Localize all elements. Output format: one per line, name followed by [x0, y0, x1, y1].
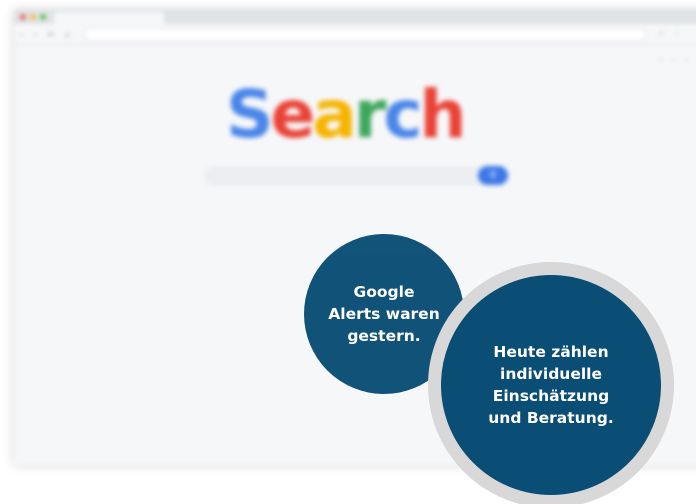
- bubble-1-line: Alerts waren: [328, 305, 440, 323]
- bubble-heute-beratung: Heute zählen individuelle Einschätzung u…: [428, 262, 674, 504]
- bubble-1-line: Google: [353, 283, 415, 301]
- search-icon: ⚲: [489, 170, 497, 181]
- logo-letter: c: [383, 76, 422, 153]
- logo-letter: r: [353, 76, 387, 153]
- bubble-2-line: individuelle: [500, 365, 602, 383]
- stage: ‹ › ⟳ ⌂ ☆ ⋮ ··· ··· ⋮ Search ⚲ Google Al…: [0, 0, 696, 504]
- logo-letter: e: [270, 76, 316, 153]
- search-button: ⚲: [478, 166, 508, 185]
- logo-letter: h: [419, 76, 467, 153]
- logo-letter: S: [226, 76, 274, 153]
- search-input: [205, 167, 507, 185]
- bubble-2-text: Heute zählen individuelle Einschätzung u…: [456, 341, 646, 429]
- search-logo: Search: [226, 76, 467, 153]
- bubble-2-line: Einschätzung: [492, 387, 610, 405]
- bubble-2-line: und Beratung.: [488, 409, 614, 427]
- logo-letter: a: [312, 76, 357, 153]
- bubble-2-line: Heute zählen: [493, 343, 609, 361]
